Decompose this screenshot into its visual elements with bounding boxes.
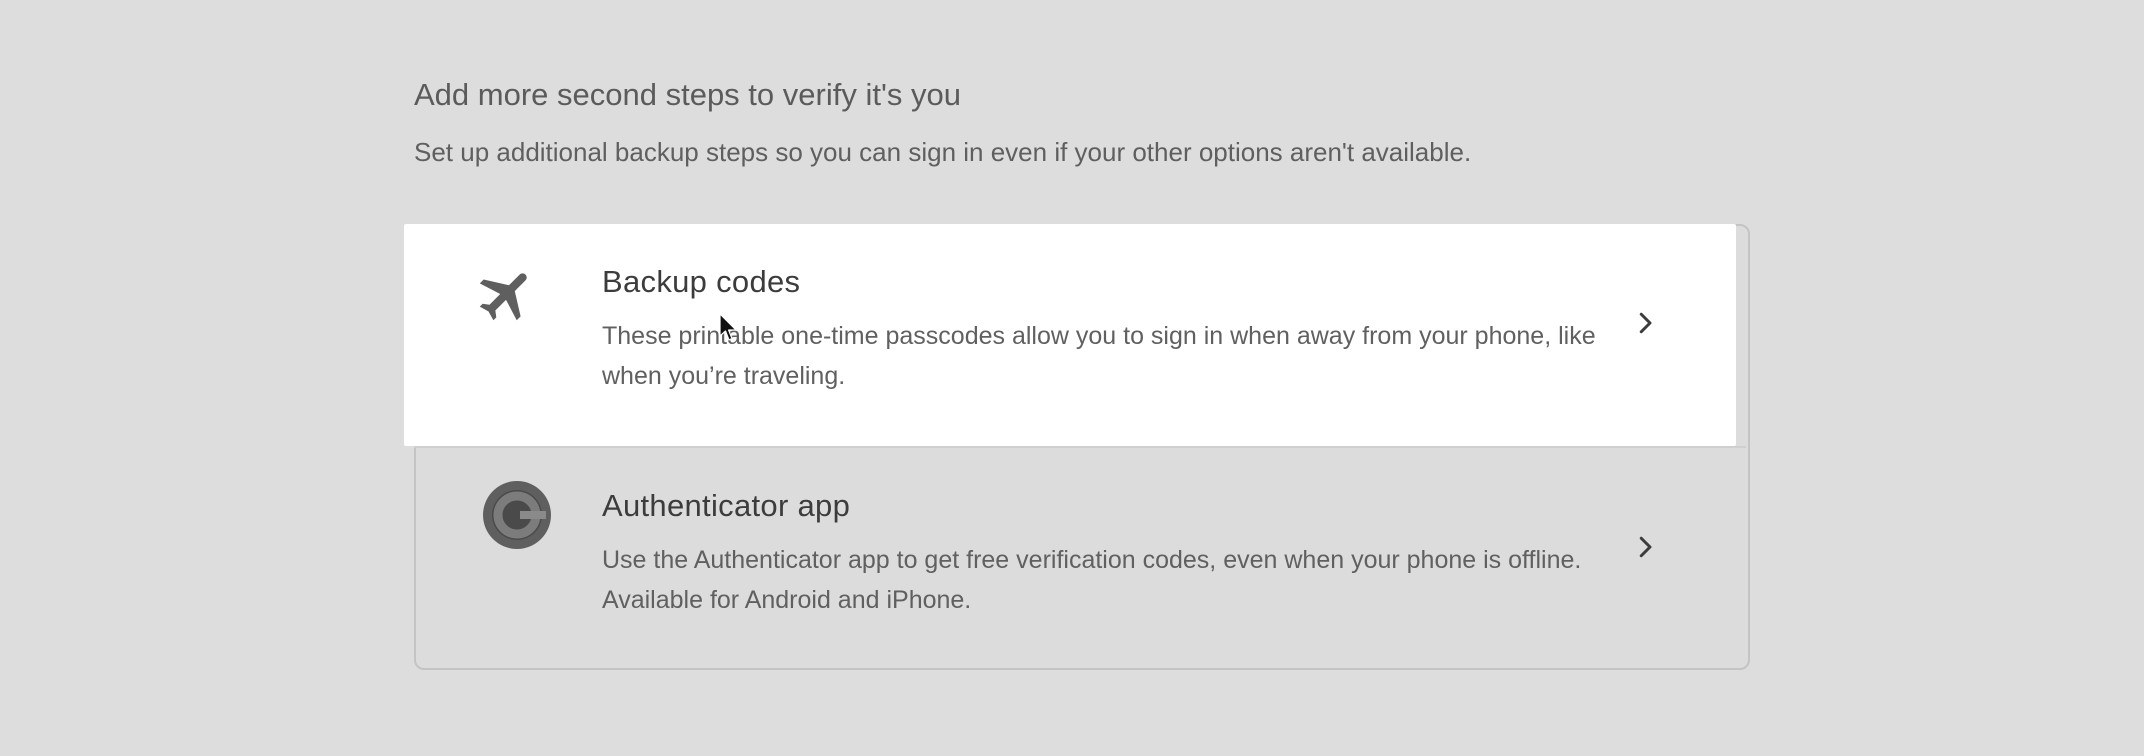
backup-codes-title: Backup codes (602, 264, 801, 299)
authenticator-app-description: Use the Authenticator app to get free ve… (602, 546, 1582, 614)
additional-steps-section: Add more second steps to verify it's you… (414, 72, 1750, 172)
chevron-right-icon (1639, 312, 1652, 334)
chevron-right-icon (1639, 536, 1652, 558)
section-title: Add more second steps to verify it's you (414, 77, 961, 112)
authenticator-app-option[interactable]: Authenticator app Use the Authenticator … (414, 448, 1746, 668)
mouse-cursor-icon (719, 313, 737, 341)
airplane-icon (479, 273, 527, 321)
authenticator-app-title: Authenticator app (602, 488, 851, 523)
authenticator-icon (483, 481, 551, 549)
section-description: Set up additional backup steps so you ca… (414, 137, 1472, 167)
backup-codes-description: These printable one-time passcodes allow… (602, 322, 1596, 390)
backup-codes-option[interactable]: Backup codes These printable one-time pa… (414, 224, 1746, 444)
